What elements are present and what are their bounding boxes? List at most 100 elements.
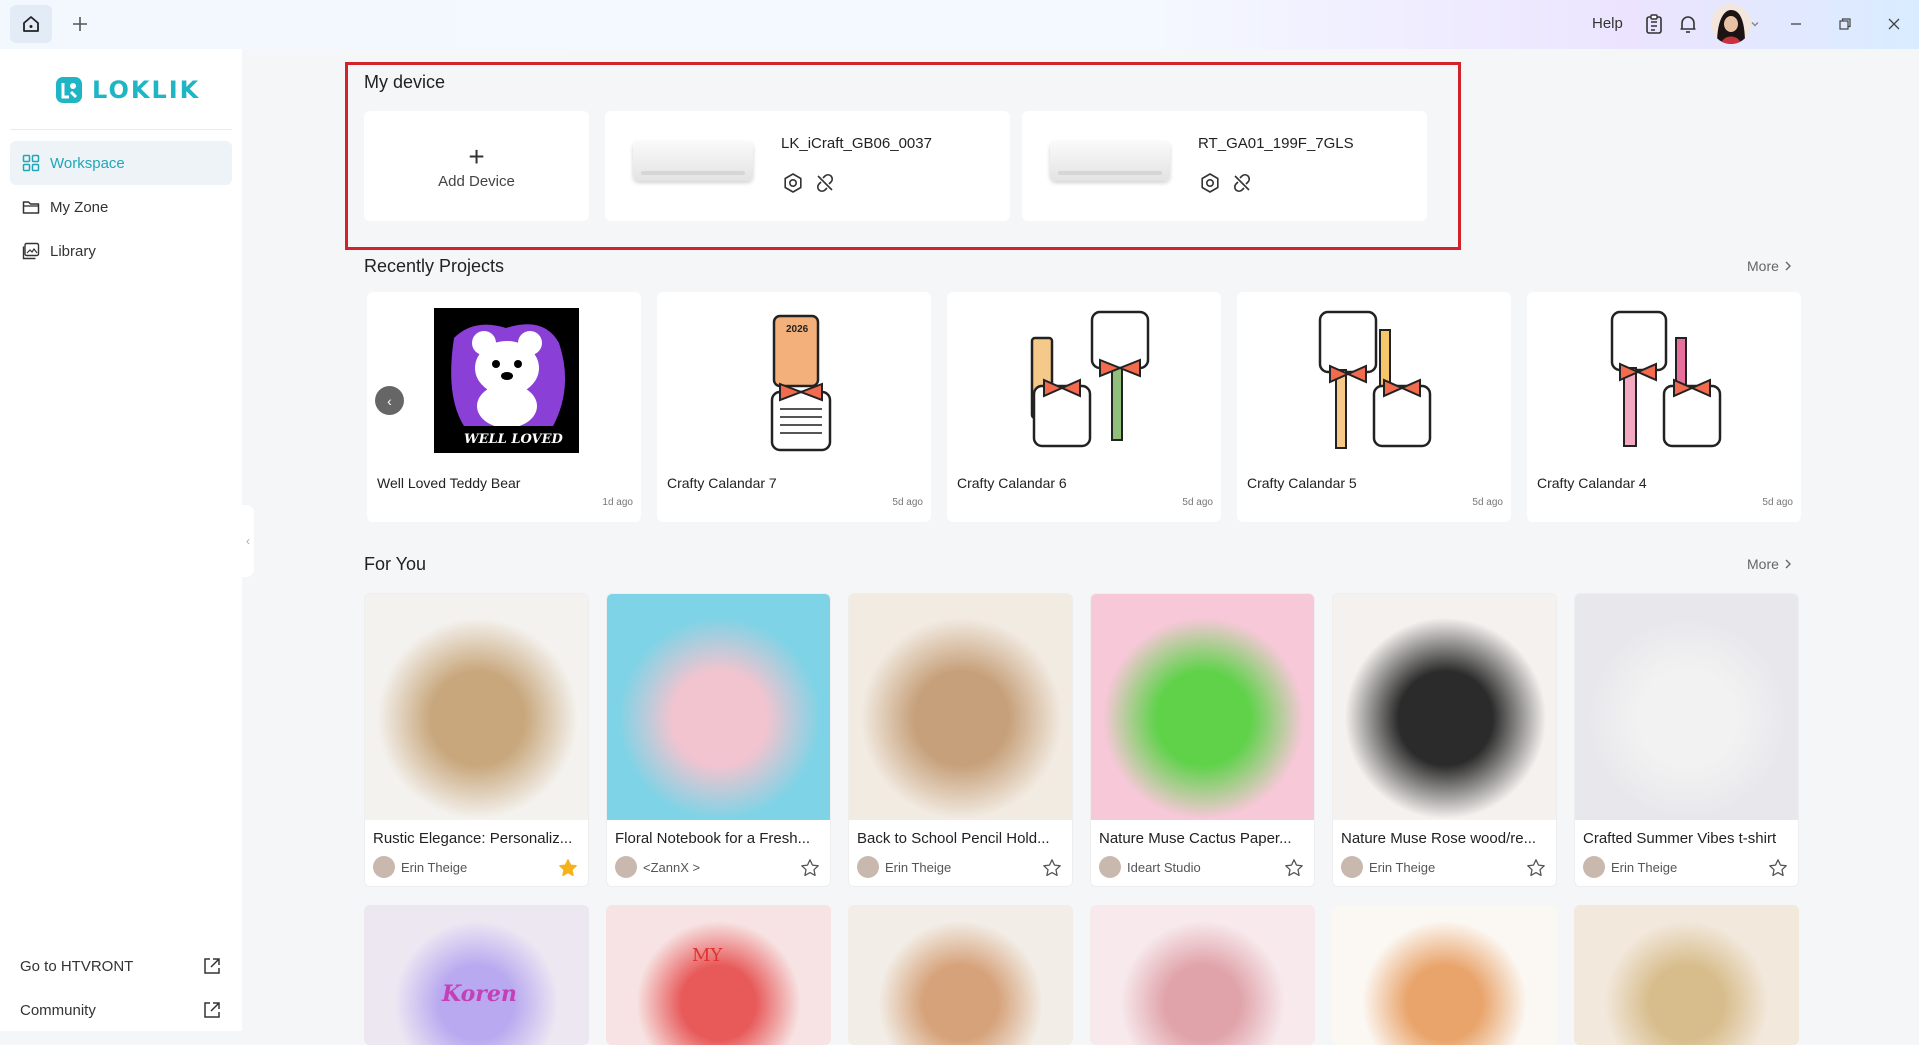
author-name: Erin Theige — [401, 859, 468, 875]
sidebar-item-my-zone[interactable]: My Zone — [10, 185, 232, 229]
minimize-icon — [1791, 23, 1801, 25]
author-avatar — [857, 856, 879, 878]
project-card[interactable]: Floral Notebook for a Fresh... <ZannX > — [606, 593, 831, 887]
project-card[interactable]: 2026 Crafty Calandar 7 5d ago — [657, 292, 931, 522]
device-card[interactable]: RT_GA01_199F_7GLS — [1022, 111, 1427, 221]
project-time: 1d ago — [602, 497, 633, 508]
author-name: <ZannX > — [643, 859, 701, 875]
for-you-more-link[interactable]: More — [1747, 556, 1793, 572]
project-thumbnail — [1014, 308, 1159, 453]
restore-icon — [1839, 18, 1851, 30]
project-name: Crafty Calandar 4 — [1537, 475, 1647, 491]
project-card[interactable]: Nature Muse Rose wood/re... Erin Theige — [1332, 593, 1557, 887]
app-logo: LOKLIK — [54, 75, 200, 105]
author-avatar — [1099, 856, 1121, 878]
tasks-button[interactable] — [1642, 12, 1666, 36]
sign-text: Koren — [442, 981, 517, 1007]
project-time: 5d ago — [1182, 497, 1213, 508]
star-icon[interactable] — [800, 858, 820, 878]
calendar-artwork — [1030, 310, 1150, 448]
restore-button[interactable] — [1833, 12, 1857, 36]
project-card[interactable] — [1090, 905, 1315, 1045]
settings-icon — [1201, 173, 1219, 193]
device-disconnect-button[interactable] — [813, 171, 837, 195]
project-card[interactable]: Rustic Elegance: Personaliz... Erin Theig… — [364, 593, 589, 887]
chevron-down-icon — [1751, 22, 1759, 27]
project-card[interactable] — [1332, 905, 1557, 1045]
close-button[interactable] — [1882, 12, 1906, 36]
chevron-left-icon: ‹ — [387, 392, 392, 409]
artwork-text: WELL LOVED — [464, 432, 563, 447]
external-link-icon — [204, 1002, 220, 1018]
new-tab-button[interactable] — [68, 12, 92, 36]
project-title: Rustic Elegance: Personaliz... — [373, 830, 573, 847]
device-card[interactable]: LK_iCraft_GB06_0037 — [605, 111, 1010, 221]
project-card[interactable]: Nature Muse Cactus Paper... Ideart Studio — [1090, 593, 1315, 887]
project-time: 5d ago — [1472, 497, 1503, 508]
project-card[interactable]: MY — [606, 905, 831, 1045]
community-link[interactable]: Community — [10, 991, 232, 1029]
star-icon[interactable] — [1284, 858, 1304, 878]
device-disconnect-button[interactable] — [1230, 171, 1254, 195]
sidebar-item-library[interactable]: Library — [10, 229, 232, 273]
sidebar-item-label: Workspace — [50, 154, 125, 172]
project-card[interactable]: Koren — [364, 905, 589, 1045]
author-avatar — [373, 856, 395, 878]
author: <ZannX > — [615, 856, 700, 878]
author-name: Erin Theige — [1611, 859, 1678, 875]
project-time: 5d ago — [892, 497, 923, 508]
project-image — [607, 594, 830, 820]
star-icon[interactable] — [1526, 858, 1546, 878]
account-menu-toggle[interactable] — [1748, 12, 1762, 36]
more-label: More — [1747, 556, 1779, 572]
project-name: Crafty Calandar 7 — [667, 475, 777, 491]
author-avatar — [1341, 856, 1363, 878]
for-you-title: For You — [364, 554, 427, 574]
project-name: Crafty Calandar 6 — [957, 475, 1067, 491]
project-card[interactable] — [848, 905, 1073, 1045]
clipboard-icon — [1646, 14, 1662, 34]
project-title: Crafted Summer Vibes t-shirt — [1583, 830, 1777, 847]
project-card[interactable] — [1574, 905, 1799, 1045]
minimize-button[interactable] — [1784, 12, 1808, 36]
star-icon[interactable] — [1042, 858, 1062, 878]
project-title: Nature Muse Cactus Paper... — [1099, 830, 1292, 847]
loklik-logo-icon — [56, 77, 82, 103]
sidebar-item-label: My Zone — [50, 198, 109, 216]
device-name: LK_iCraft_GB06_0037 — [781, 135, 932, 152]
cutting-machine-image — [1050, 141, 1170, 181]
image-icon — [22, 242, 40, 260]
artwork-text: 2026 — [786, 324, 809, 335]
author-avatar — [615, 856, 637, 878]
project-card[interactable]: WELL LOVED ‹ Well Loved Teddy Bear 1d ag… — [367, 292, 641, 522]
project-title: Back to School Pencil Hold... — [857, 830, 1050, 847]
project-thumbnail — [1304, 308, 1449, 453]
recent-more-link[interactable]: More — [1747, 258, 1793, 274]
author: Erin Theige — [1341, 856, 1435, 878]
bell-icon — [1680, 16, 1696, 33]
device-settings-button[interactable] — [1198, 171, 1222, 195]
device-name: RT_GA01_199F_7GLS — [1198, 135, 1354, 152]
title-bar: Help — [0, 0, 1919, 49]
star-icon[interactable] — [1768, 858, 1788, 878]
project-card[interactable]: Back to School Pencil Hold... Erin Theige — [848, 593, 1073, 887]
user-avatar[interactable] — [1711, 4, 1751, 44]
author-name: Erin Theige — [1369, 859, 1436, 875]
project-card[interactable]: Crafty Calandar 5 5d ago — [1237, 292, 1511, 522]
device-settings-button[interactable] — [781, 171, 805, 195]
star-icon[interactable] — [558, 858, 578, 878]
notifications-button[interactable] — [1676, 12, 1700, 36]
add-device-button[interactable]: + Add Device — [364, 111, 589, 221]
calendar-artwork — [1610, 310, 1722, 448]
go-to-htvront-link[interactable]: Go to HTVRONT — [10, 947, 232, 985]
project-name: Crafty Calandar 5 — [1247, 475, 1357, 491]
sidebar-item-workspace[interactable]: Workspace — [10, 141, 232, 185]
project-card[interactable]: Crafted Summer Vibes t-shirt Erin Theige — [1574, 593, 1799, 887]
carousel-prev-button[interactable]: ‹ — [375, 386, 404, 415]
add-device-label: Add Device — [438, 172, 515, 190]
help-link[interactable]: Help — [1592, 15, 1623, 32]
project-thumbnail: 2026 — [724, 308, 869, 453]
project-card[interactable]: Crafty Calandar 4 5d ago — [1527, 292, 1801, 522]
home-tab[interactable] — [10, 5, 52, 43]
project-card[interactable]: Crafty Calandar 6 5d ago — [947, 292, 1221, 522]
